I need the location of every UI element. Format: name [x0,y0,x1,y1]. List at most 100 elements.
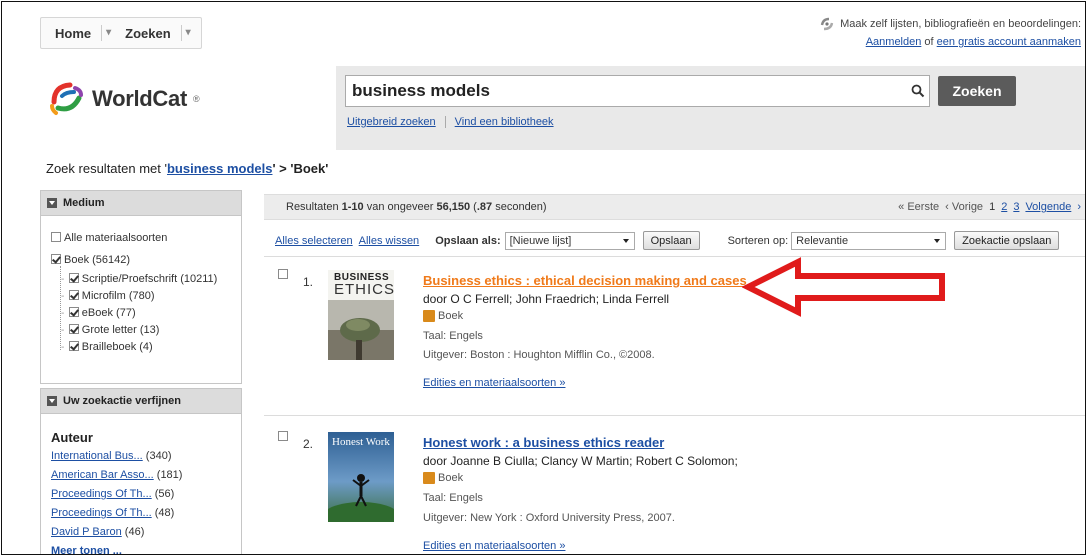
nav-search[interactable]: Zoeken [121,26,177,41]
find-library-link[interactable]: Vind een bibliotheek [455,116,554,128]
search-button[interactable]: Zoeken [938,76,1016,106]
cover-text: ETHICS [334,281,394,298]
checkbox-checked[interactable] [68,306,79,317]
book-icon [423,310,435,323]
summary-time-suffix: seconden) [492,201,547,213]
author-link[interactable]: American Bar Asso... [51,469,154,481]
author-item: American Bar Asso... (181) [51,469,182,481]
collapse-icon [47,198,57,208]
facet-sub-1[interactable]: - Microfilm (780) [61,286,155,304]
author-count: (340) [145,450,172,462]
pager-first[interactable]: « Eerste [898,201,939,213]
results-summary: Resultaten 1-10 van ongeveer 56,150 (.87… [286,201,547,213]
cover-text: Honest Work [332,436,390,448]
worldcat-logo[interactable]: WorldCat ® [48,80,200,118]
record-title-link[interactable]: Honest work : a business ethics reader [423,435,664,450]
record-publisher: Uitgever: New York : Oxford University P… [423,512,675,524]
breadcrumb: Zoek resultaten met 'business models' > … [46,161,328,176]
checkbox-checked[interactable] [68,340,79,351]
author-item: Proceedings Of Th... (48) [51,507,174,519]
save-search-button[interactable]: Zoekactie opslaan [954,231,1060,250]
cover-art [328,474,394,522]
search-icon[interactable] [907,84,929,98]
facet-label: eBoek (77) [81,307,136,319]
clear-all-link[interactable]: Alles wissen [359,235,420,247]
record-title-link[interactable]: Business ethics : ethical decision makin… [423,273,747,288]
red-arrow-annotation [742,257,945,317]
pager-page-2[interactable]: 2 [1001,201,1007,213]
summary-of: van ongeveer [363,201,437,213]
facet-book[interactable]: Boek (56142) [51,250,130,268]
save-as-select[interactable]: [Nieuwe lijst] [504,231,635,250]
facet-label: Microfilm (780) [81,290,155,302]
breadcrumb-term-link[interactable]: business models [167,161,272,176]
save-button[interactable]: Opslaan [642,231,700,250]
search-dropdown-icon[interactable]: ▾ [180,25,201,41]
link-separator [444,116,446,128]
facet-label: Scriptie/Proefschrift (10211) [81,273,218,285]
author-count: (181) [156,469,183,481]
search-input[interactable]: business models [345,75,930,107]
account-or: of [924,36,934,48]
editions-link[interactable]: Edities en materiaalsoorten » [423,540,565,552]
record-cover-image[interactable]: Honest Work [328,432,394,522]
record-authors: door Joanne B Ciulla; Clancy W Martin; R… [423,454,738,468]
facet-sub-0[interactable]: - Scriptie/Proefschrift (10211) [61,269,217,287]
author-heading: Auteur [51,430,93,445]
record-type-label: Boek [438,472,464,484]
account-promo: Maak zelf lijsten, bibliografieën en beo… [819,16,1081,48]
chevron-down-icon [622,238,629,243]
pager-next-icon[interactable]: › [1077,201,1081,213]
author-link[interactable]: International Bus... [51,450,143,462]
refine-panel-header[interactable]: Uw zoekactie verfijnen [40,388,242,414]
refine-panel: Auteur International Bus... (340) Americ… [40,414,242,554]
medium-panel-header[interactable]: Medium [40,190,242,216]
select-all-link[interactable]: Alles selecteren [275,235,353,247]
results-range: 1-10 [341,201,364,213]
checkbox-checked[interactable] [68,272,79,283]
summary-time-prefix: ( [470,201,477,213]
checkbox-checked[interactable] [68,289,79,300]
facet-sub-2[interactable]: - eBoek (77) [61,303,136,321]
worldcat-globe-icon [50,82,83,115]
account-promo-text: Maak zelf lijsten, bibliografieën en beo… [840,18,1081,30]
author-link[interactable]: Proceedings Of Th... [51,507,152,519]
facet-sub-3[interactable]: - Grote letter (13) [61,320,159,338]
author-item: Proceedings Of Th... (56) [51,488,174,500]
save-as-label: Opslaan als: [435,234,501,247]
top-nav: Home ▾ Zoeken ▾ [40,17,202,49]
logo-registered: ® [192,94,200,104]
record-cover-image[interactable]: BUSINESS ETHICS [328,270,394,360]
checkbox[interactable] [51,231,61,242]
pager-page-3[interactable]: 3 [1013,201,1019,213]
medium-panel: Alle materiaalsoorten Boek (56142) - Scr… [40,216,242,384]
results-actions: Alles selecteren Alles wissen Opslaan al… [275,231,1060,250]
record-authors: door O C Ferrell; John Fraedrich; Linda … [423,292,670,306]
checkbox-checked[interactable] [51,253,61,264]
checkbox-checked[interactable] [68,323,79,334]
page-frame: Home ▾ Zoeken ▾ Maak zelf lijsten, bibli… [1,1,1086,555]
facet-label: Brailleboek (4) [81,341,153,353]
author-count: (48) [154,507,175,519]
pager-next[interactable]: Volgende [1025,201,1071,213]
author-link[interactable]: Proceedings Of Th... [51,488,152,500]
facet-sub-4[interactable]: - Brailleboek (4) [61,337,153,355]
facet-all[interactable]: Alle materiaalsoorten [51,228,167,246]
login-link[interactable]: Aanmelden [866,36,922,48]
record-checkbox[interactable] [278,269,288,279]
refine-panel-title: Uw zoekactie verfijnen [63,395,181,407]
nav-home[interactable]: Home [41,26,97,41]
sort-label: Sorteren op: [727,234,789,247]
home-dropdown-icon[interactable]: ▾ [101,25,121,41]
logo-text: WorldCat [92,86,187,111]
pager-prev[interactable]: ‹ Vorige [945,201,983,213]
advanced-search-link[interactable]: Uitgebreid zoeken [347,116,436,128]
record-checkbox[interactable] [278,431,288,441]
author-item: International Bus... (340) [51,450,171,462]
create-account-link[interactable]: een gratis account aanmaken [937,36,1081,48]
editions-link[interactable]: Edities en materiaalsoorten » [423,377,565,389]
show-more-link[interactable]: Meer tonen ... [51,545,122,554]
record-language: Taal: Engels [423,492,483,504]
sort-select[interactable]: Relevantie [791,231,947,250]
author-link[interactable]: David P Baron [51,526,122,538]
